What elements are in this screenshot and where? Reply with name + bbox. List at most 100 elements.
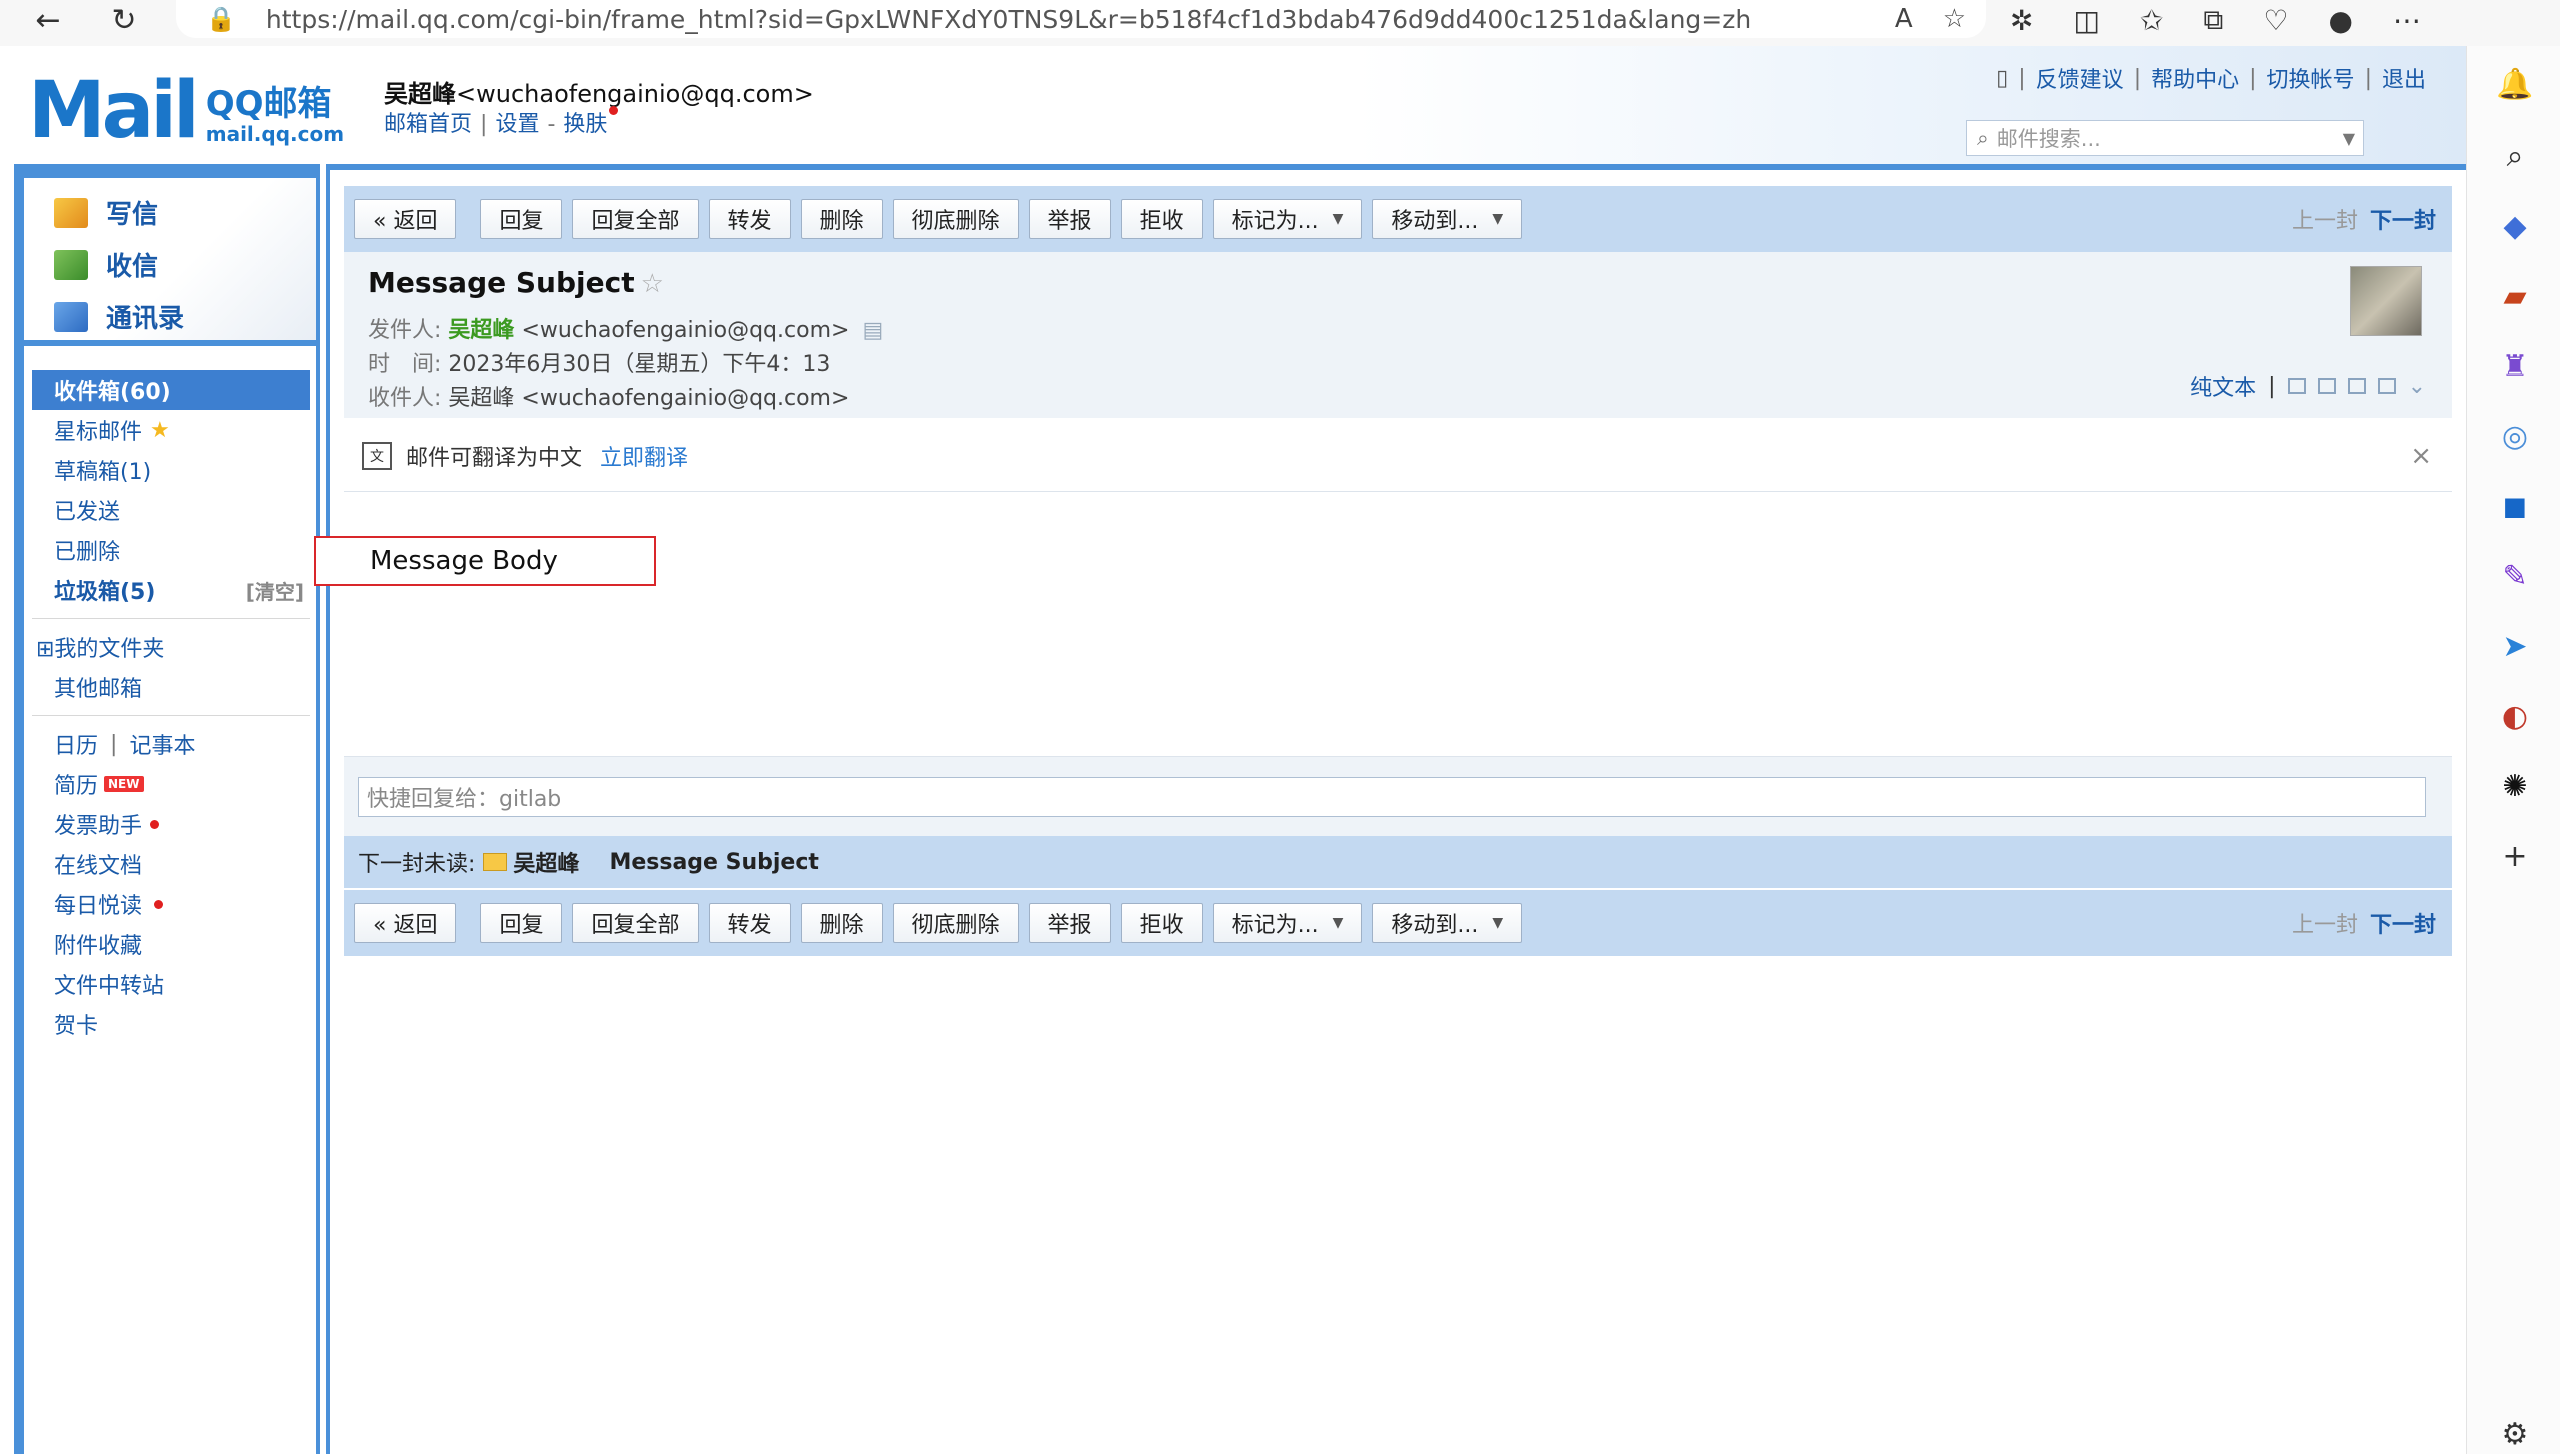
forward-button[interactable]: 转发 [708, 903, 791, 943]
invoice-assistant-link[interactable]: 发票助手 [32, 804, 310, 844]
mobile-icon[interactable]: ▯ [1996, 66, 2008, 91]
contacts-button[interactable]: 通讯录 [54, 298, 184, 335]
compose-button[interactable]: 写信 [54, 194, 158, 231]
reply-button[interactable]: 回复 [480, 903, 563, 943]
next-message-link[interactable]: 下一封 [2370, 907, 2436, 939]
back-arrow-icon[interactable]: ← [28, 0, 68, 40]
search-icon[interactable]: ⌕ [2497, 138, 2533, 174]
my-folders[interactable]: ⊞我的文件夹 [32, 627, 310, 667]
logout-link[interactable]: 退出 [2382, 62, 2426, 94]
chatgpt-icon[interactable]: ✺ [2497, 768, 2533, 804]
edge-sidebar: 🔔 ⌕ ◆ ▰ ♜ ◎ ◼ ✎ ➤ ◐ ✺ + ⚙ [2466, 46, 2560, 1454]
other-mailboxes[interactable]: 其他邮箱 [32, 667, 310, 707]
prev-message-link[interactable]: 上一封 [2292, 907, 2358, 939]
next-unread-subject[interactable]: Message Subject [609, 850, 818, 875]
contact-card-icon[interactable]: ▤ [862, 318, 883, 343]
toolbox-icon[interactable]: ▰ [2497, 278, 2533, 314]
folder-deleted[interactable]: 已删除 [32, 530, 310, 570]
move-to-dropdown[interactable]: 移动到... ▼ [1372, 903, 1523, 943]
favorites-icon[interactable]: ✩ [2140, 4, 2163, 37]
folder-spam[interactable]: 垃圾箱(5) [清空] [32, 570, 310, 610]
new-window-icon[interactable] [2287, 378, 2306, 394]
mark-as-dropdown[interactable]: 标记为... ▼ [1212, 903, 1363, 943]
delete-permanently-button[interactable]: 彻底删除 [892, 903, 1019, 943]
help-center-link[interactable]: 帮助中心 [2151, 62, 2239, 94]
refresh-icon[interactable]: ↻ [104, 0, 144, 40]
games-icon[interactable]: ♜ [2497, 348, 2533, 384]
star-outline-icon[interactable]: ☆ [641, 269, 664, 299]
collections-icon[interactable]: ⧉ [2203, 3, 2223, 37]
extensions-icon[interactable]: ✲ [2010, 4, 2033, 37]
fullscreen-icon[interactable] [2317, 378, 2336, 394]
next-unread-sender[interactable]: 吴超峰 [513, 846, 579, 878]
settings-link[interactable]: 设置 [495, 112, 539, 137]
quick-reply-input[interactable]: 快捷回复给：gitlab [358, 777, 2426, 817]
split-screen-icon[interactable]: ◫ [2073, 4, 2099, 37]
close-icon[interactable]: × [2410, 441, 2432, 471]
receive-button[interactable]: 收信 [54, 246, 158, 283]
mailbox-home-link[interactable]: 邮箱首页 [384, 112, 472, 137]
report-button[interactable]: 举报 [1028, 903, 1111, 943]
delete-button[interactable]: 删除 [800, 199, 883, 239]
print-icon[interactable] [2377, 378, 2396, 394]
back-button[interactable]: « 返回 [354, 903, 457, 943]
delete-button[interactable]: 删除 [800, 903, 883, 943]
sender-name[interactable]: 吴超峰 [448, 318, 514, 343]
profile-avatar-icon[interactable]: ● [2329, 4, 2353, 37]
folder-inbox[interactable]: 收件箱(60) [32, 370, 310, 410]
greeting-card-link[interactable]: 贺卡 [32, 1004, 310, 1044]
favorite-star-icon[interactable]: ☆ [1943, 4, 1966, 34]
forward-button[interactable]: 转发 [708, 199, 791, 239]
switch-account-link[interactable]: 切换帐号 [2267, 62, 2355, 94]
folder-starred[interactable]: 星标邮件 ★ [32, 410, 310, 450]
notes-link[interactable]: 记事本 [129, 728, 195, 760]
reject-button[interactable]: 拒收 [1120, 199, 1203, 239]
chevron-down-icon[interactable]: ⌄ [2408, 374, 2426, 399]
translate-now-link[interactable]: 立即翻译 [600, 440, 688, 472]
read-aloud-icon[interactable]: A [1895, 4, 1913, 34]
reply-button[interactable]: 回复 [480, 199, 563, 239]
mail-search-input[interactable]: ⌕ 邮件搜索... ▼ [1966, 120, 2364, 156]
next-message-link[interactable]: 下一封 [2370, 203, 2436, 235]
delete-permanently-button[interactable]: 彻底删除 [892, 199, 1019, 239]
to-row: 收件人: 吴超峰 <wuchaofengainio@qq.com> [368, 386, 850, 411]
report-button[interactable]: 举报 [1028, 199, 1111, 239]
browser-essentials-icon[interactable]: ♡ [2263, 4, 2288, 37]
reject-button[interactable]: 拒收 [1120, 903, 1203, 943]
plain-text-link[interactable]: 纯文本 [2190, 370, 2256, 402]
file-transfer-link[interactable]: 文件中转站 [32, 964, 310, 1004]
add-icon[interactable]: + [2497, 838, 2533, 874]
outlook-icon[interactable]: ◼ [2497, 488, 2533, 524]
daily-read-link[interactable]: 每日悦读 [32, 884, 310, 924]
folder-drafts[interactable]: 草稿箱(1) [32, 450, 310, 490]
mark-as-dropdown[interactable]: 标记为... ▼ [1212, 199, 1363, 239]
qqmail-logo[interactable]: Mail QQ邮箱 mail.qq.com [28, 72, 344, 150]
back-button[interactable]: « 返回 [354, 199, 457, 239]
more-menu-icon[interactable]: ⋯ [2393, 4, 2421, 37]
attachments-link[interactable]: 附件收藏 [32, 924, 310, 964]
feedback-link[interactable]: 反馈建议 [2036, 62, 2124, 94]
bell-icon[interactable]: 🔔 [2496, 66, 2533, 102]
designer-icon[interactable]: ✎ [2497, 558, 2533, 594]
tag-icon[interactable]: ◆ [2497, 208, 2533, 244]
reply-all-button[interactable]: 回复全部 [572, 199, 699, 239]
calendar-link[interactable]: 日历 [54, 728, 98, 760]
top-links: ▯ | 反馈建议 | 帮助中心 | 切换帐号 | 退出 [1996, 62, 2426, 94]
empty-spam-link[interactable]: [清空] [246, 576, 304, 605]
address-bar[interactable]: 🔒 https://mail.qq.com/cgi-bin/frame_html… [176, 0, 1986, 38]
reply-all-button[interactable]: 回复全部 [572, 903, 699, 943]
send-icon[interactable]: ➤ [2497, 628, 2533, 664]
drop-icon[interactable]: ◐ [2497, 698, 2533, 734]
online-docs-link[interactable]: 在线文档 [32, 844, 310, 884]
change-skin-link[interactable]: 换肤 [563, 112, 607, 137]
resume-link[interactable]: 简历 NEW [32, 764, 310, 804]
office-icon[interactable]: ◎ [2497, 418, 2533, 454]
folder-icon[interactable] [2347, 378, 2366, 394]
folder-sent[interactable]: 已发送 [32, 490, 310, 530]
message-subject: Message Subject ☆ [368, 266, 664, 299]
sender-avatar[interactable] [2350, 266, 2422, 336]
chevron-down-icon[interactable]: ▼ [2343, 129, 2355, 148]
settings-gear-icon[interactable]: ⚙ [2497, 1416, 2533, 1452]
prev-message-link[interactable]: 上一封 [2292, 203, 2358, 235]
move-to-dropdown[interactable]: 移动到... ▼ [1372, 199, 1523, 239]
